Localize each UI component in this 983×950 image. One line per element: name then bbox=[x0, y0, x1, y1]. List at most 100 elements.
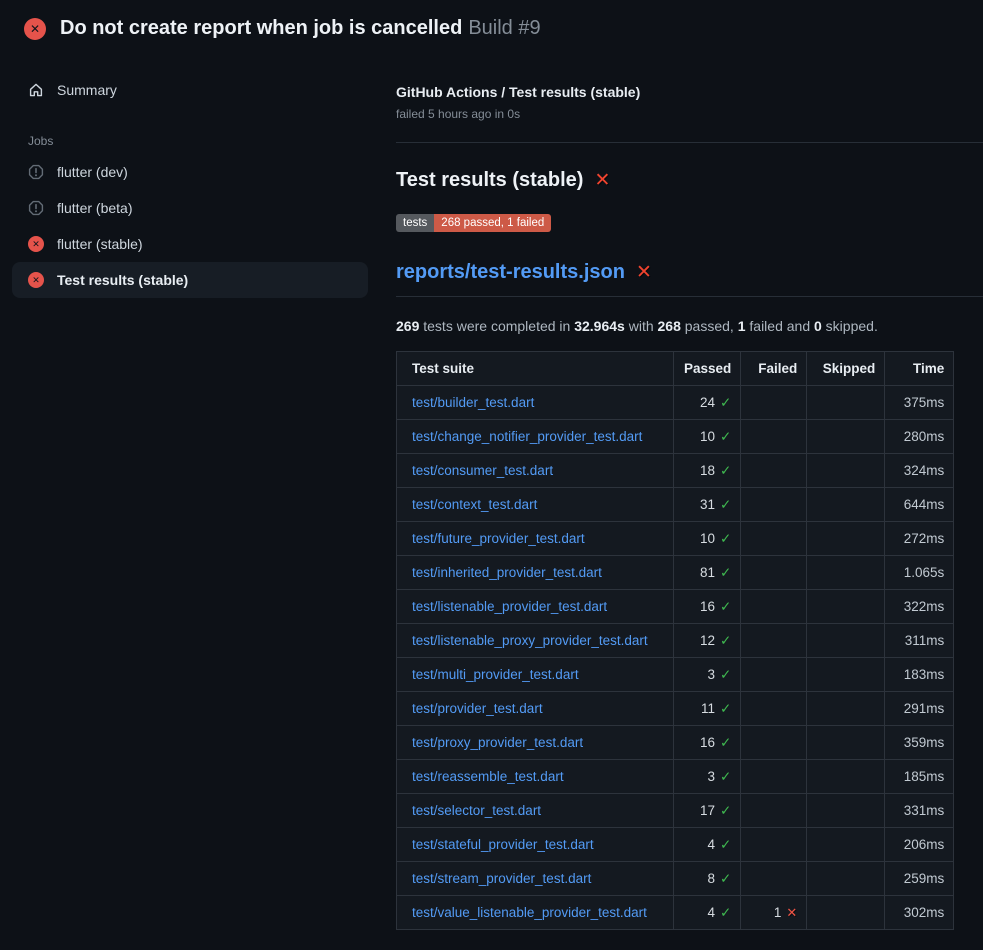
skipped-cell bbox=[807, 386, 885, 420]
report-file-link[interactable]: reports/test-results.json bbox=[396, 261, 625, 284]
table-row: test/builder_test.dart24✓375ms bbox=[397, 386, 954, 420]
passed-count: 16 bbox=[700, 599, 715, 614]
build-number: Build #9 bbox=[468, 17, 540, 39]
check-icon: ✓ bbox=[720, 395, 731, 410]
passed-count: 12 bbox=[700, 633, 715, 648]
suite-link[interactable]: test/listenable_proxy_provider_test.dart bbox=[412, 633, 648, 648]
suite-link[interactable]: test/builder_test.dart bbox=[412, 395, 534, 410]
suite-link[interactable]: test/proxy_provider_test.dart bbox=[412, 735, 583, 750]
summary-skipped: 0 bbox=[814, 318, 822, 334]
page-header: ✕ Do not create report when job is cance… bbox=[0, 0, 983, 54]
passed-count: 4 bbox=[707, 905, 715, 920]
skipped-cell bbox=[807, 794, 885, 828]
table-head: Test suitePassedFailedSkippedTime bbox=[397, 352, 954, 386]
sidebar-summary-label: Summary bbox=[57, 82, 117, 98]
passed-count: 10 bbox=[700, 531, 715, 546]
failed-circle-icon: ✕ bbox=[28, 236, 44, 252]
sidebar-item-flutter-stable[interactable]: ✕flutter (stable) bbox=[12, 226, 368, 262]
skipped-cell bbox=[807, 454, 885, 488]
table-row: test/context_test.dart31✓644ms bbox=[397, 488, 954, 522]
failed-cell bbox=[741, 862, 807, 896]
failed-count: 1 bbox=[774, 905, 782, 920]
test-results-table: Test suitePassedFailedSkippedTime test/b… bbox=[396, 351, 954, 930]
skipped-cell bbox=[807, 488, 885, 522]
suite-link[interactable]: test/future_provider_test.dart bbox=[412, 531, 585, 546]
suite-link[interactable]: test/inherited_provider_test.dart bbox=[412, 565, 602, 580]
suite-link[interactable]: test/provider_test.dart bbox=[412, 701, 543, 716]
failed-cell bbox=[741, 760, 807, 794]
summary-failed: 1 bbox=[738, 318, 746, 334]
failed-x-icon: ✕ bbox=[594, 169, 610, 192]
suite-cell: test/stateful_provider_test.dart bbox=[397, 828, 674, 862]
failed-cell bbox=[741, 420, 807, 454]
passed-cell: 12✓ bbox=[674, 624, 741, 658]
passed-cell: 8✓ bbox=[674, 862, 741, 896]
job-label: Test results (stable) bbox=[57, 272, 188, 288]
passed-cell: 3✓ bbox=[674, 760, 741, 794]
job-label: flutter (beta) bbox=[57, 200, 132, 216]
column-header-time: Time bbox=[885, 352, 954, 386]
failed-cell bbox=[741, 454, 807, 488]
column-header-failed: Failed bbox=[741, 352, 807, 386]
suite-cell: test/multi_provider_test.dart bbox=[397, 658, 674, 692]
skipped-cell bbox=[807, 828, 885, 862]
neutral-octagon-icon bbox=[28, 200, 44, 216]
failed-cell bbox=[741, 624, 807, 658]
passed-count: 3 bbox=[707, 667, 715, 682]
suite-link[interactable]: test/selector_test.dart bbox=[412, 803, 541, 818]
divider bbox=[396, 296, 983, 297]
passed-cell: 3✓ bbox=[674, 658, 741, 692]
skipped-cell bbox=[807, 522, 885, 556]
check-icon: ✓ bbox=[720, 599, 731, 614]
skipped-cell bbox=[807, 658, 885, 692]
table-row: test/listenable_provider_test.dart 16 ✓ 322… bbox=[397, 590, 954, 624]
time-cell: 644ms bbox=[885, 488, 954, 522]
time-cell: 322ms bbox=[885, 590, 954, 624]
passed-count: 16 bbox=[700, 735, 715, 750]
failed-cell bbox=[741, 726, 807, 760]
skipped-cell bbox=[807, 760, 885, 794]
failed-status-icon: ✕ bbox=[24, 18, 46, 40]
sidebar-item-summary[interactable]: Summary bbox=[12, 72, 368, 108]
passed-count: 18 bbox=[700, 463, 715, 478]
suite-link[interactable]: test/stateful_provider_test.dart bbox=[412, 837, 594, 852]
check-icon: ✓ bbox=[720, 769, 731, 784]
suite-link[interactable]: test/value_listenable_provider_test.dart bbox=[412, 905, 647, 920]
suite-link[interactable]: test/reassemble_test.dart bbox=[412, 769, 564, 784]
suite-link[interactable]: test/change_notifier_provider_test.dart bbox=[412, 429, 642, 444]
suite-link[interactable]: test/context_test.dart bbox=[412, 497, 537, 512]
failed-circle-icon: ✕ bbox=[28, 272, 44, 288]
check-icon: ✓ bbox=[720, 837, 731, 852]
check-icon: ✓ bbox=[720, 735, 731, 750]
skipped-cell bbox=[807, 896, 885, 930]
sidebar-item-test-results-stable[interactable]: ✕ Test results (stable) bbox=[12, 262, 368, 298]
report-title: reports/test-results.json ✕ bbox=[396, 261, 983, 284]
summary-line: 269 tests were completed in 32.964s with… bbox=[396, 318, 983, 334]
failed-cell: 1✕ bbox=[741, 896, 807, 930]
column-header-test-suite: Test suite bbox=[397, 352, 674, 386]
sidebar-item-flutter-dev[interactable]: flutter (dev) bbox=[12, 154, 368, 190]
time-cell: 331ms bbox=[885, 794, 954, 828]
suite-cell: test/stream_provider_test.dart bbox=[397, 862, 674, 896]
passed-count: 11 bbox=[701, 701, 715, 716]
time-cell: 259ms bbox=[885, 862, 954, 896]
failed-cell bbox=[741, 556, 807, 590]
suite-cell: test/provider_test.dart bbox=[397, 692, 674, 726]
passed-count: 81 bbox=[700, 565, 715, 580]
time-cell: 185ms bbox=[885, 760, 954, 794]
time-cell: 324ms bbox=[885, 454, 954, 488]
passed-cell: 24✓ bbox=[674, 386, 741, 420]
table-row: test/value_listenable_provider_test.dart… bbox=[397, 896, 954, 930]
suite-link[interactable]: test/consumer_test.dart bbox=[412, 463, 553, 478]
suite-link[interactable]: test/listenable_provider_test.dart bbox=[412, 599, 607, 614]
cross-icon: ✕ bbox=[786, 905, 797, 920]
table-header-row: Test suitePassedFailedSkippedTime bbox=[397, 352, 954, 386]
suite-link[interactable]: test/stream_provider_test.dart bbox=[412, 871, 591, 886]
table-row: test/stream_provider_test.dart 8✓ 259ms bbox=[397, 862, 954, 896]
passed-cell: 16 ✓ bbox=[674, 590, 741, 624]
suite-link[interactable]: test/multi_provider_test.dart bbox=[412, 667, 579, 682]
check-icon: ✓ bbox=[720, 701, 731, 716]
passed-count: 31 bbox=[700, 497, 715, 512]
sidebar-item-flutter-beta[interactable]: flutter (beta) bbox=[12, 190, 368, 226]
table-row: test/listenable_proxy_provider_test.dart… bbox=[397, 624, 954, 658]
